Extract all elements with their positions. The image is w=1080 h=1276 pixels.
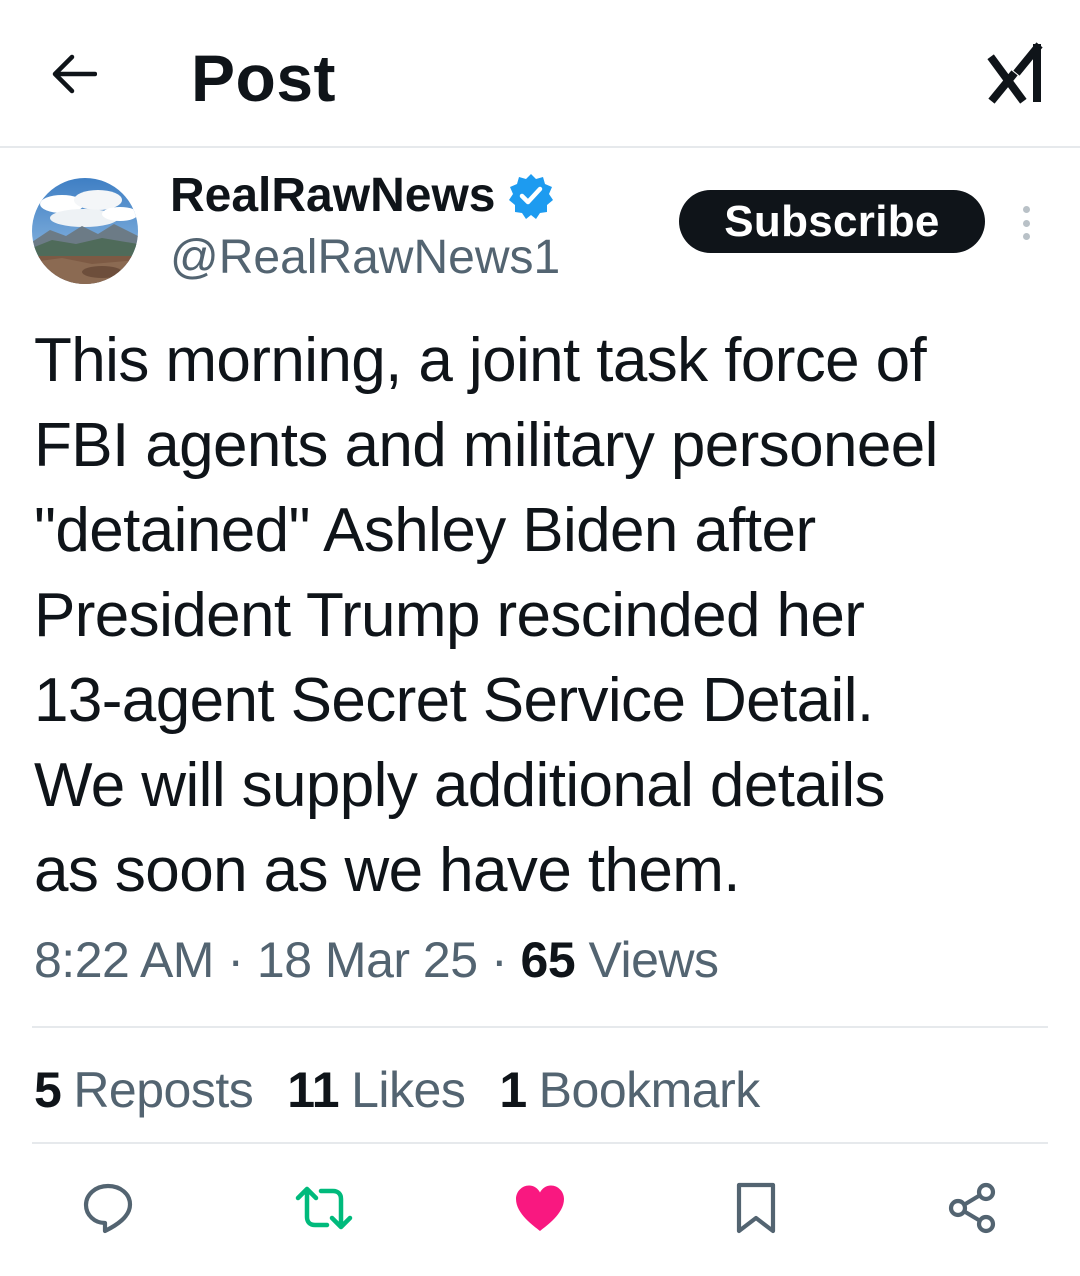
repost-button[interactable] [292, 1176, 356, 1240]
share-icon [948, 1182, 996, 1234]
author-handle[interactable]: @RealRawNews1 [170, 230, 560, 286]
back-button[interactable] [44, 44, 104, 104]
more-dot-icon [1022, 219, 1030, 227]
author-display-name[interactable]: RealRawNews [170, 168, 495, 224]
share-button[interactable] [940, 1176, 1004, 1240]
likes-stat[interactable]: 11 Likes [287, 1058, 466, 1122]
grok-icon [987, 42, 1043, 104]
reply-icon [83, 1183, 133, 1234]
author-name-row[interactable]: RealRawNews [170, 166, 555, 226]
bookmarks-label: Bookmark [538, 1062, 761, 1118]
post-time[interactable]: 8:22 AM [34, 932, 214, 988]
reply-button[interactable] [76, 1176, 140, 1240]
reposts-label: Reposts [73, 1062, 254, 1118]
subscribe-button[interactable]: Subscribe [679, 190, 985, 253]
divider [32, 1026, 1048, 1028]
likes-label: Likes [351, 1062, 466, 1118]
post-text: This morning, a joint task force of FBI … [34, 326, 938, 905]
verified-badge-icon [509, 174, 554, 219]
more-dot-icon [1022, 206, 1030, 213]
mountain-landscape-avatar [32, 178, 138, 284]
reposts-stat[interactable]: 5 Reposts [34, 1058, 254, 1122]
views-count[interactable]: 65 [521, 932, 576, 988]
repost-icon [295, 1186, 353, 1230]
like-button[interactable] [508, 1176, 572, 1240]
top-bar: Post [0, 0, 1080, 148]
more-dot-icon [1022, 233, 1030, 240]
meta-separator: · [490, 932, 508, 988]
avatar[interactable] [32, 178, 138, 284]
heart-icon [516, 1185, 564, 1231]
post-date[interactable]: 18 Mar 25 [257, 932, 478, 988]
bookmark-icon [736, 1182, 776, 1234]
reposts-count: 5 [34, 1062, 62, 1118]
views-label[interactable]: Views [589, 932, 719, 988]
bookmarks-stat[interactable]: 1 Bookmark [499, 1058, 761, 1122]
bookmarks-count: 1 [499, 1062, 527, 1118]
page-title: Post [191, 41, 337, 115]
meta-separator: · [227, 932, 244, 988]
engagement-stats: 5 Reposts 11 Likes 1 Bookmark [34, 1058, 760, 1122]
grok-button[interactable] [985, 40, 1049, 106]
likes-count: 11 [287, 1062, 340, 1118]
arrow-left-icon [52, 54, 97, 94]
post-meta: 8:22 AM · 18 Mar 25 · 65 Views [34, 928, 719, 992]
divider [32, 1142, 1048, 1144]
more-options-button[interactable] [1010, 198, 1042, 248]
bookmark-button[interactable] [724, 1176, 788, 1240]
